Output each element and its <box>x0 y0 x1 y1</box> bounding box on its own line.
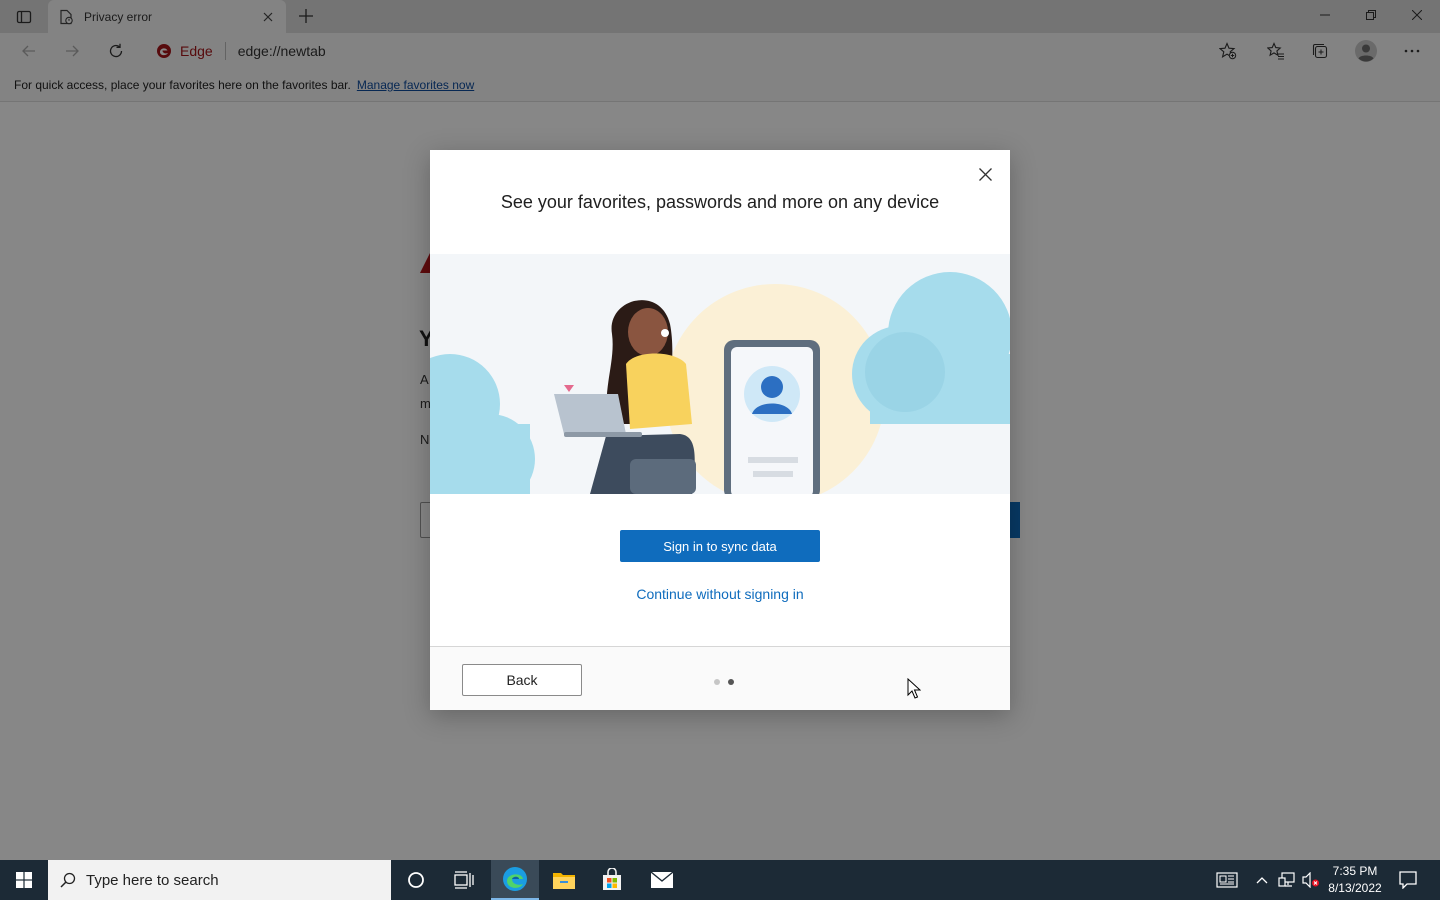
taskbar-edge-app[interactable] <box>491 860 539 900</box>
notification-icon <box>1399 871 1417 889</box>
search-icon <box>60 872 76 888</box>
taskbar-store[interactable] <box>588 860 636 900</box>
windows-taskbar: Type here to search 7:35 PM 8/13/2022 <box>0 860 1440 900</box>
phone-illustration <box>724 340 820 494</box>
clock-date: 8/13/2022 <box>1328 881 1382 895</box>
dialog-close-button[interactable] <box>972 161 998 187</box>
taskbar-mail[interactable] <box>638 860 686 900</box>
network-icon <box>1278 872 1295 887</box>
dialog-footer: Back <box>430 646 1010 710</box>
network-button[interactable] <box>1276 860 1298 900</box>
taskbar-clock[interactable]: 7:35 PM 8/13/2022 <box>1322 863 1388 897</box>
task-view-button[interactable] <box>440 860 488 900</box>
browser-window: Privacy error Edge edge://newtab For qui… <box>0 0 1440 860</box>
volume-muted-icon <box>1302 872 1319 888</box>
sync-dialog: See your favorites, passwords and more o… <box>430 150 1010 710</box>
task-view-icon <box>454 871 474 889</box>
chevron-up-icon <box>1256 877 1268 884</box>
sign-in-button[interactable]: Sign in to sync data <box>620 530 820 562</box>
mouse-cursor-icon <box>907 678 921 699</box>
pager-dot-2-active[interactable] <box>728 679 734 685</box>
back-button[interactable]: Back <box>462 664 582 696</box>
cortana-button[interactable] <box>392 860 440 900</box>
edge-logo-icon <box>503 867 527 891</box>
taskbar-file-explorer[interactable] <box>540 860 588 900</box>
show-hidden-icons-button[interactable] <box>1252 860 1272 900</box>
cloud-left <box>430 354 535 494</box>
pager-dot-1[interactable] <box>714 679 720 685</box>
sync-illustration <box>430 254 1010 494</box>
cloud-right <box>852 272 1010 424</box>
news-icon <box>1216 872 1238 888</box>
action-center-button[interactable] <box>1392 860 1424 900</box>
volume-button[interactable] <box>1300 860 1322 900</box>
continue-without-signin-link[interactable]: Continue without signing in <box>430 586 1010 602</box>
search-placeholder: Type here to search <box>86 871 219 889</box>
close-icon <box>978 167 992 181</box>
folder-icon <box>553 873 575 889</box>
taskbar-search-box[interactable]: Type here to search <box>48 860 391 900</box>
mail-icon <box>650 871 674 888</box>
store-bag-icon <box>603 868 621 890</box>
dialog-title: See your favorites, passwords and more o… <box>500 192 940 212</box>
person-illustration <box>554 300 696 494</box>
start-button[interactable] <box>0 860 48 900</box>
windows-logo-icon <box>16 872 32 888</box>
clock-time: 7:35 PM <box>1332 864 1378 878</box>
cortana-circle-icon <box>408 872 424 888</box>
news-widget-button[interactable] <box>1208 860 1246 900</box>
